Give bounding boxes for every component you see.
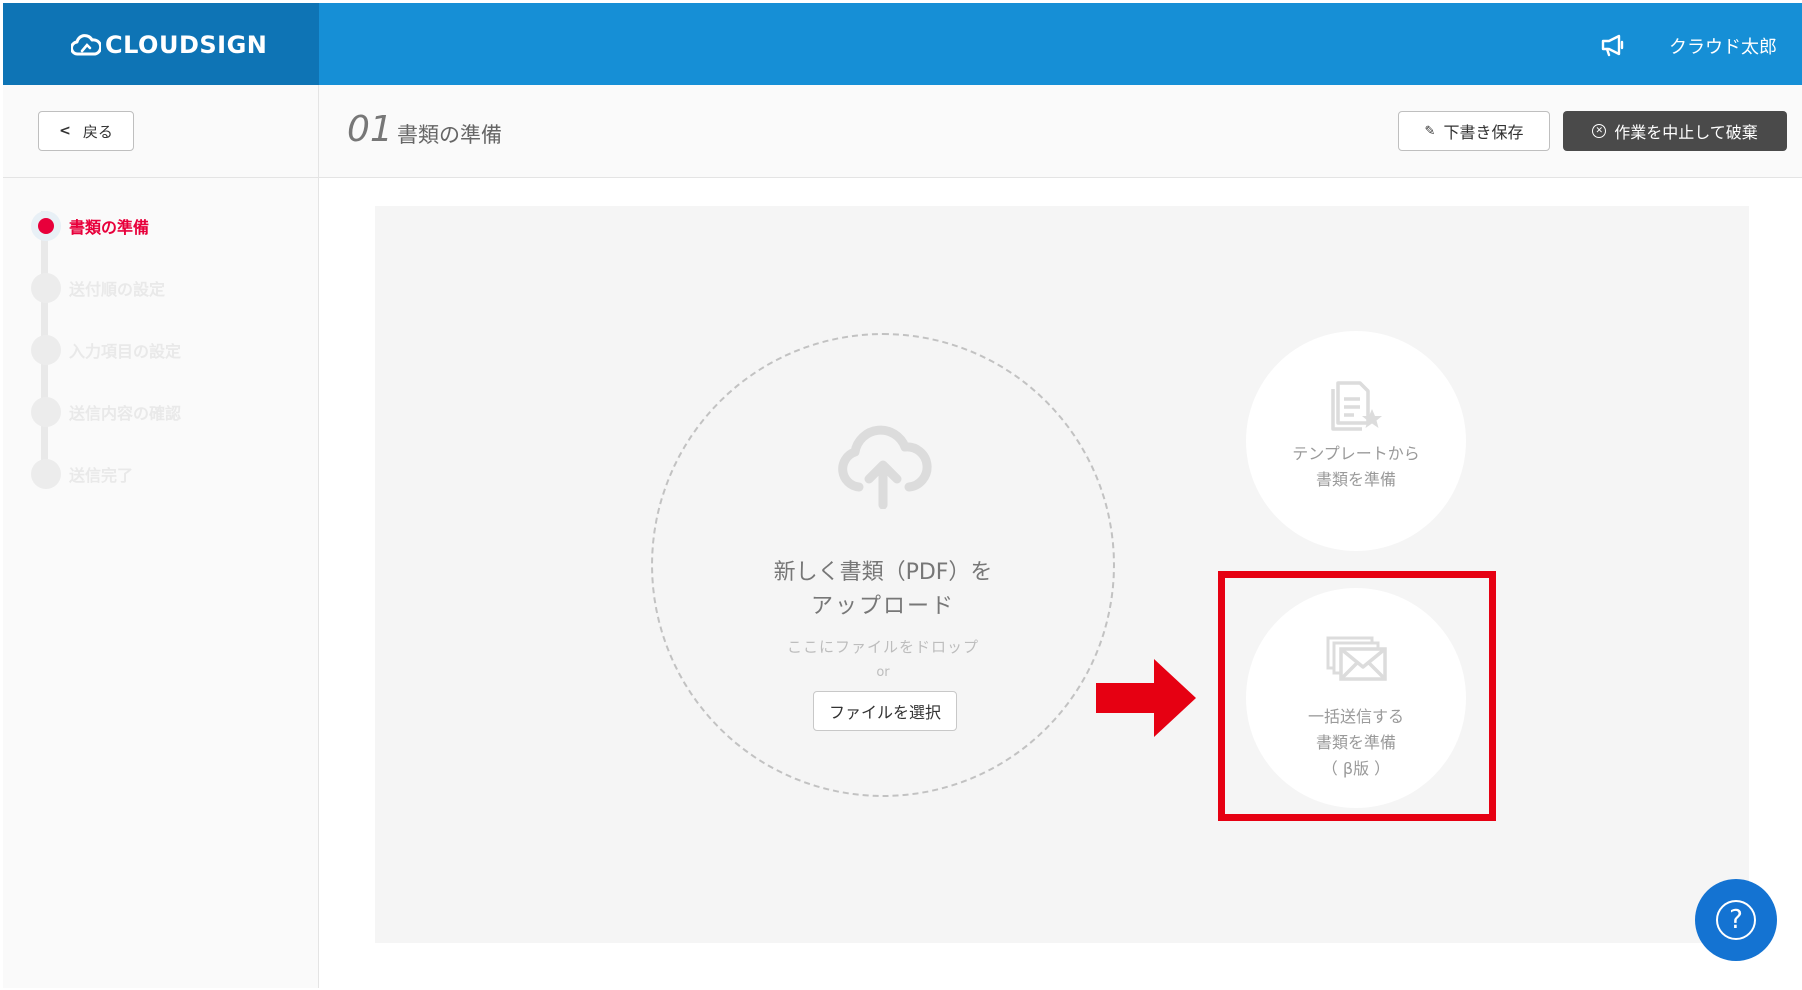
abort-button[interactable]: ✕ 作業を中止して破棄 (1563, 111, 1787, 151)
step-label: 入力項目の設定 (69, 342, 182, 361)
back-button[interactable]: < 戻る (38, 111, 134, 151)
step-dot (31, 459, 61, 489)
step-dot (31, 335, 61, 365)
edit-icon: ✎ (1424, 123, 1436, 139)
save-draft-label: 下書き保存 (1443, 123, 1524, 142)
question-icon: ? (1716, 900, 1756, 940)
sidebar-step-order: 送付順の設定 (31, 272, 165, 304)
sub-header-left: < 戻る (3, 85, 319, 177)
page-title: 書類の準備 (397, 123, 502, 147)
chevron-left-icon: < (59, 123, 71, 139)
save-draft-button[interactable]: ✎ 下書き保存 (1398, 111, 1550, 151)
template-option-line1: テンプレートから (1292, 444, 1420, 463)
step-label: 送付順の設定 (69, 280, 166, 299)
help-button[interactable]: ? (1695, 879, 1777, 961)
step-label: 書類の準備 (69, 218, 150, 237)
sidebar-step-complete: 送信完了 (31, 458, 133, 490)
logo-area: CLOUDSIGN (3, 3, 319, 85)
template-document-icon (1331, 381, 1382, 431)
highlight-box (1218, 571, 1496, 821)
upload-title-line1: 新しく書類（PDF）を (773, 560, 993, 585)
template-option-button[interactable]: テンプレートから 書類を準備 (1246, 331, 1466, 551)
brand-name: CLOUDSIGN (105, 31, 268, 59)
step-label: 送信内容の確認 (69, 404, 182, 423)
sidebar-step-confirm: 送信内容の確認 (31, 396, 181, 428)
drop-hint: ここにファイルをドロップ (786, 638, 979, 656)
step-label: 送信完了 (69, 466, 134, 485)
top-header: CLOUDSIGN クラウド太郎 (3, 3, 1802, 85)
sidebar-step-document-prep[interactable]: 書類の準備 (31, 210, 149, 242)
template-option-line2: 書類を準備 (1315, 470, 1396, 489)
app-window: CLOUDSIGN クラウド太郎 < 戻る 01 書類の準備 ✎ 下書き保存 ✕… (3, 3, 1802, 988)
sub-header: < 戻る 01 書類の準備 ✎ 下書き保存 ✕ 作業を中止して破棄 (3, 85, 1802, 178)
abort-label: 作業を中止して破棄 (1614, 123, 1758, 142)
upload-title-line2: アップロード (810, 594, 955, 619)
step-number: 01 (347, 109, 393, 150)
select-file-button[interactable]: ファイルを選択 (813, 691, 957, 731)
cloud-logo-icon (71, 34, 101, 56)
sidebar-step-fields: 入力項目の設定 (31, 334, 181, 366)
cloud-upload-icon (838, 425, 932, 509)
step-dot-active (31, 211, 61, 241)
step-dot (31, 397, 61, 427)
close-circle-icon: ✕ (1592, 124, 1607, 138)
brand-logo[interactable]: CLOUDSIGN (71, 31, 267, 59)
red-arrow-icon (1096, 659, 1196, 737)
user-menu[interactable]: クラウド太郎 (1669, 33, 1777, 59)
back-label: 戻る (82, 122, 113, 141)
step-dot (31, 273, 61, 303)
or-separator: or (876, 665, 890, 680)
step-sidebar: 書類の準備 送付順の設定 入力項目の設定 送信内容の確認 送信完了 (3, 178, 319, 988)
megaphone-icon[interactable] (1600, 33, 1626, 57)
